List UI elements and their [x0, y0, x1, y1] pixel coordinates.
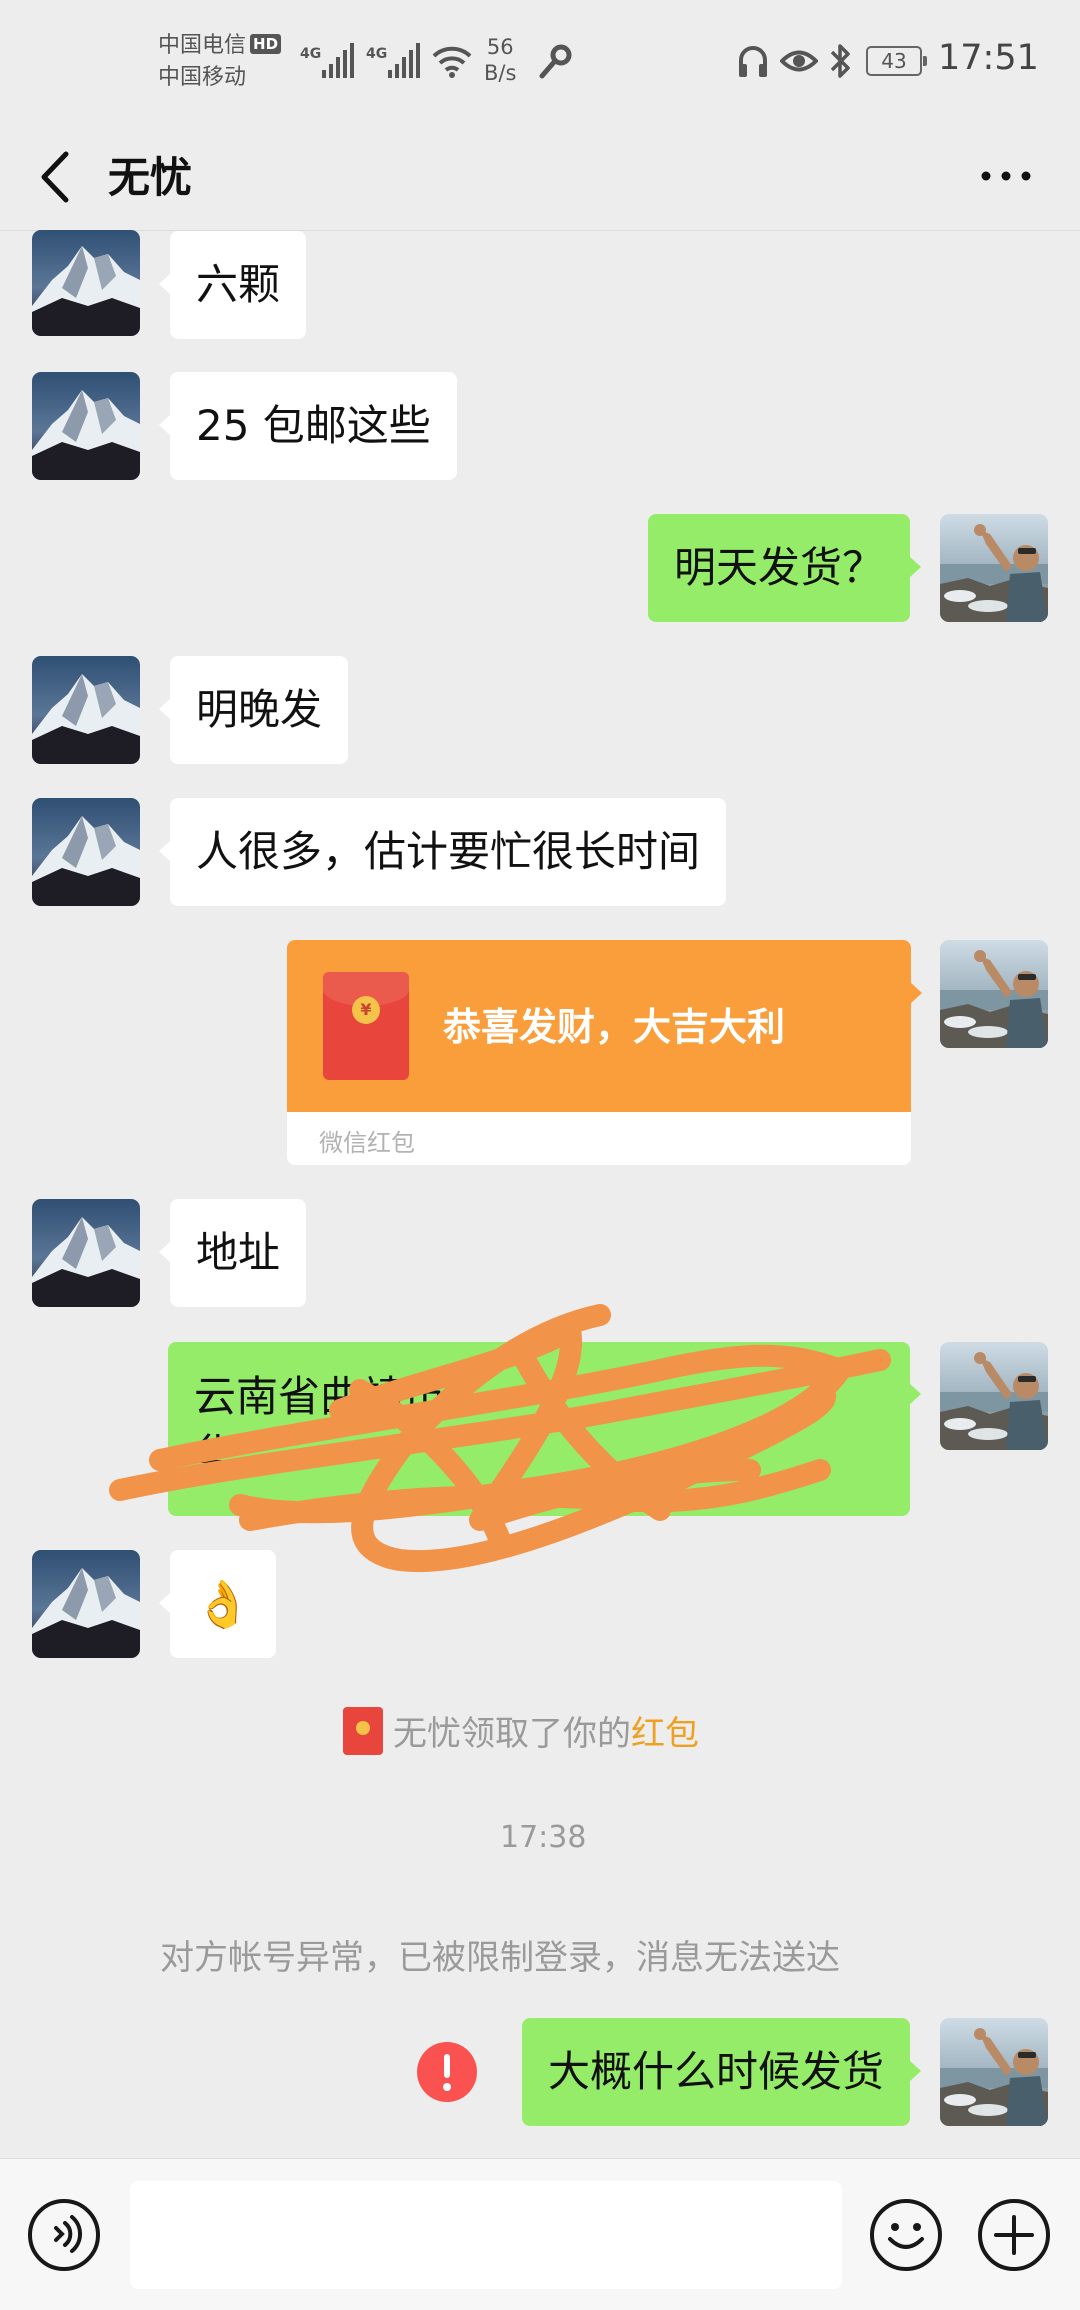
hd-badge: HD — [250, 34, 282, 54]
red-packet-claimed-notice: 无忧领取了你的红包 — [343, 1706, 699, 1755]
back-arrow-icon[interactable] — [36, 142, 76, 212]
header-divider — [0, 230, 1080, 231]
red-packet-label: 微信红包 — [319, 1129, 415, 1157]
message-input[interactable] — [130, 2181, 842, 2289]
net-type-2: 4G — [366, 46, 387, 62]
redaction-scribble — [109, 1304, 891, 1572]
chat-title: 无忧 — [108, 153, 193, 202]
red-packet-banner: ¥ 恭喜发财，大吉大利 — [287, 940, 911, 1112]
red-envelope-icon: ¥ — [323, 972, 409, 1080]
chat-header: 无忧 — [0, 124, 1080, 232]
bluetooth-icon — [828, 42, 852, 84]
message-bubble-received[interactable]: 六颗 — [158, 231, 307, 339]
contact-avatar[interactable] — [32, 1550, 140, 1658]
clock: 17:51 — [938, 38, 1039, 78]
my-avatar[interactable] — [940, 514, 1048, 622]
emoji-icon[interactable] — [870, 2199, 942, 2271]
eye-icon — [779, 46, 819, 80]
bubble-tail — [910, 982, 922, 1004]
contact-avatar[interactable] — [32, 798, 140, 906]
signal-2-icon: 4G — [366, 40, 424, 84]
speed-value: 56 — [486, 35, 514, 59]
my-avatar[interactable] — [940, 2018, 1048, 2126]
claim-text: 无忧领取了你的 — [393, 1714, 631, 1754]
send-failed-icon[interactable] — [417, 2042, 477, 2102]
signal-1-icon: 4G — [300, 40, 358, 84]
contact-avatar[interactable] — [32, 230, 140, 336]
message-bubble-received[interactable]: 人很多，估计要忙很长时间 — [158, 798, 727, 906]
emoji-message-bubble[interactable]: 👌 — [159, 1550, 276, 1658]
red-packet-title: 恭喜发财，大吉大利 — [443, 1005, 786, 1049]
message-bubble-received[interactable]: 25 包邮这些 — [159, 372, 457, 480]
account-restricted-notice: 对方帐号异常，已被限制登录，消息无法送达 — [160, 1938, 840, 1978]
voice-icon[interactable] — [28, 2199, 100, 2271]
carrier-1: 中国电信 — [158, 33, 247, 58]
red-packet-link[interactable]: 红包 — [631, 1714, 699, 1754]
message-bubble-sent[interactable]: 明天发货？ — [647, 514, 922, 622]
message-timestamp: 17:38 — [500, 1820, 587, 1855]
input-bar — [0, 2158, 1080, 2310]
speed-unit: B/s — [484, 61, 517, 85]
contact-avatar[interactable] — [32, 656, 140, 764]
contact-avatar[interactable] — [32, 372, 140, 480]
wifi-icon — [432, 44, 472, 82]
yuan-coin-icon: ¥ — [352, 996, 380, 1024]
network-speed: 56 B/s — [484, 34, 516, 86]
carrier-2: 中国移动 — [158, 65, 247, 90]
status-bar: 中国电信 HD 中国移动 4G 4G 56 B/s 43 17:51 — [0, 0, 1080, 124]
key-icon — [538, 44, 572, 86]
battery-indicator: 43 — [866, 46, 927, 76]
plus-icon[interactable] — [978, 2199, 1050, 2271]
headset-icon — [736, 44, 770, 84]
message-bubble-sent[interactable]: 大概什么时候发货 — [521, 2018, 922, 2126]
message-bubble-received[interactable]: 明晚发 — [158, 656, 349, 764]
red-packet-card[interactable]: ¥ 恭喜发财，大吉大利 微信红包 — [287, 940, 911, 1165]
red-envelope-icon — [343, 1707, 383, 1755]
more-dots-icon[interactable] — [978, 164, 1034, 188]
carrier-info: 中国电信 HD 中国移动 — [158, 30, 282, 94]
net-type-1: 4G — [300, 46, 321, 62]
my-avatar[interactable] — [940, 940, 1048, 1048]
my-avatar[interactable] — [940, 1342, 1048, 1450]
